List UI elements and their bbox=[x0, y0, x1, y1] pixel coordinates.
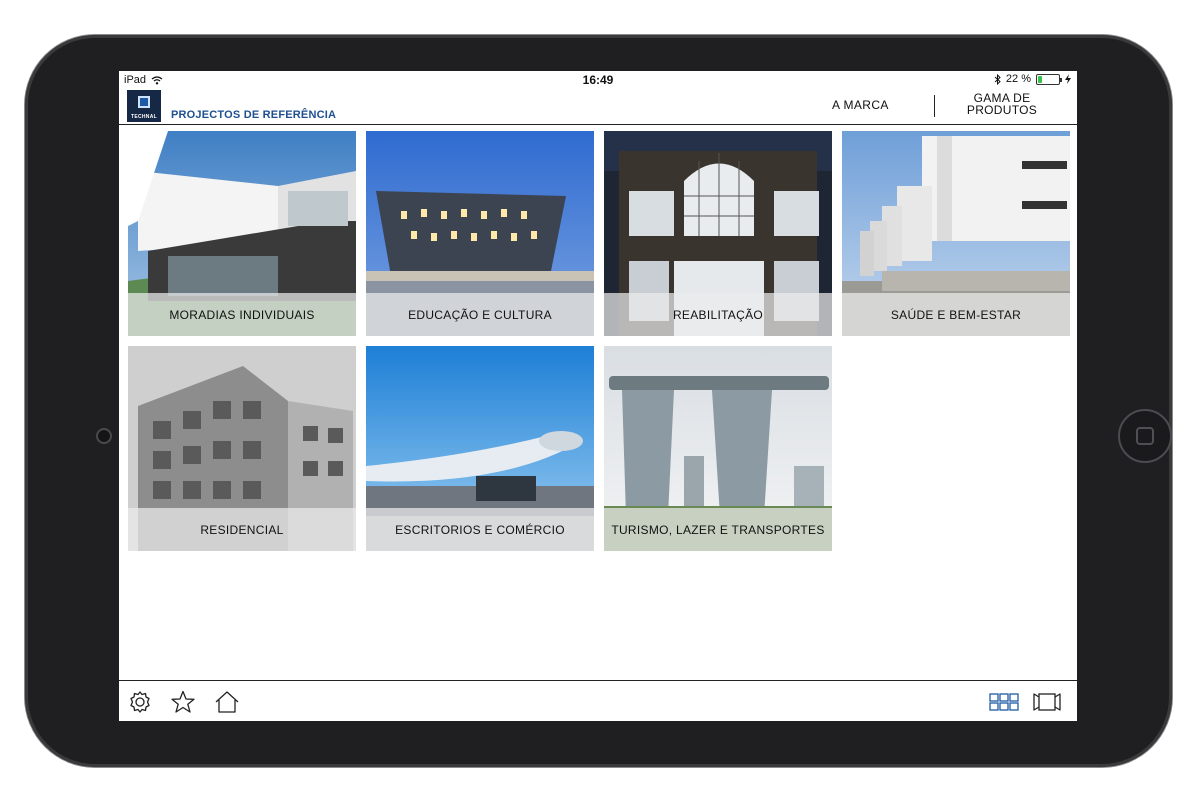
grid-view-icon[interactable] bbox=[989, 689, 1019, 715]
nav-divider bbox=[934, 95, 935, 117]
tile-turismo-lazer-e-transportes[interactable]: TURISMO, LAZER E TRANSPORTES bbox=[604, 346, 832, 551]
nav-gama-de-produtos[interactable]: GAMA DE PRODUTOS bbox=[957, 92, 1047, 116]
gear-icon[interactable] bbox=[127, 689, 153, 715]
tile-reabilitacao[interactable]: REABILITAÇÃO bbox=[604, 131, 832, 336]
battery-percent: 22 % bbox=[1005, 73, 1031, 85]
bottom-toolbar bbox=[119, 680, 1077, 721]
tile-label: REABILITAÇÃO bbox=[672, 307, 764, 322]
tile-label: TURISMO, LAZER E TRANSPORTES bbox=[611, 522, 825, 537]
nav-gama-line2: PRODUTOS bbox=[966, 103, 1038, 117]
tile-residencial[interactable]: RESIDENCIAL bbox=[128, 346, 356, 551]
tile-label-band: ESCRITORIOS E COMÉRCIO bbox=[366, 508, 594, 551]
home-button[interactable] bbox=[1118, 409, 1172, 463]
app-header: TECHNAL PROJECTOS DE REFERÊNCIA A MARCA … bbox=[119, 89, 1077, 125]
screen: iPad 16:49 22 % TECHNAL PROJECTOS DE REF… bbox=[119, 71, 1077, 721]
tile-escritorios-e-comercio[interactable]: ESCRITORIOS E COMÉRCIO bbox=[366, 346, 594, 551]
star-icon[interactable] bbox=[170, 689, 196, 715]
tile-moradias-individuais[interactable]: MORADIAS INDIVIDUAIS bbox=[128, 131, 356, 336]
logo-text: TECHNAL bbox=[131, 114, 157, 120]
home-icon[interactable] bbox=[214, 689, 240, 715]
tile-saude-e-bem-estar[interactable]: SAÚDE E BEM-ESTAR bbox=[842, 131, 1070, 336]
tile-label: ESCRITORIOS E COMÉRCIO bbox=[395, 522, 565, 537]
tile-label-band: RESIDENCIAL bbox=[128, 508, 356, 551]
tile-label-band: EDUCAÇÃO E CULTURA bbox=[366, 293, 594, 336]
tile-educacao-e-cultura[interactable]: EDUCAÇÃO E CULTURA bbox=[366, 131, 594, 336]
bluetooth-icon bbox=[994, 73, 1001, 85]
tile-label: MORADIAS INDIVIDUAIS bbox=[169, 307, 315, 322]
video-icon[interactable] bbox=[1033, 689, 1061, 715]
tile-label-band: SAÚDE E BEM-ESTAR bbox=[842, 293, 1070, 336]
tile-label: SAÚDE E BEM-ESTAR bbox=[890, 307, 1022, 322]
page-title: PROJECTOS DE REFERÊNCIA bbox=[171, 109, 337, 121]
tile-label: EDUCAÇÃO E CULTURA bbox=[408, 307, 552, 322]
tile-label: RESIDENCIAL bbox=[200, 522, 284, 537]
nav-a-marca[interactable]: A MARCA bbox=[832, 98, 889, 112]
charging-icon bbox=[1065, 74, 1071, 84]
status-bar: iPad 16:49 22 % bbox=[119, 71, 1077, 89]
clock: 16:49 bbox=[582, 73, 614, 87]
front-camera bbox=[96, 428, 112, 444]
tile-label-band: REABILITAÇÃO bbox=[604, 293, 832, 336]
battery-icon bbox=[1036, 73, 1062, 85]
tile-label-band: MORADIAS INDIVIDUAIS bbox=[128, 293, 356, 336]
tile-label-band: TURISMO, LAZER E TRANSPORTES bbox=[604, 508, 832, 551]
technal-logo[interactable]: TECHNAL bbox=[127, 90, 161, 122]
